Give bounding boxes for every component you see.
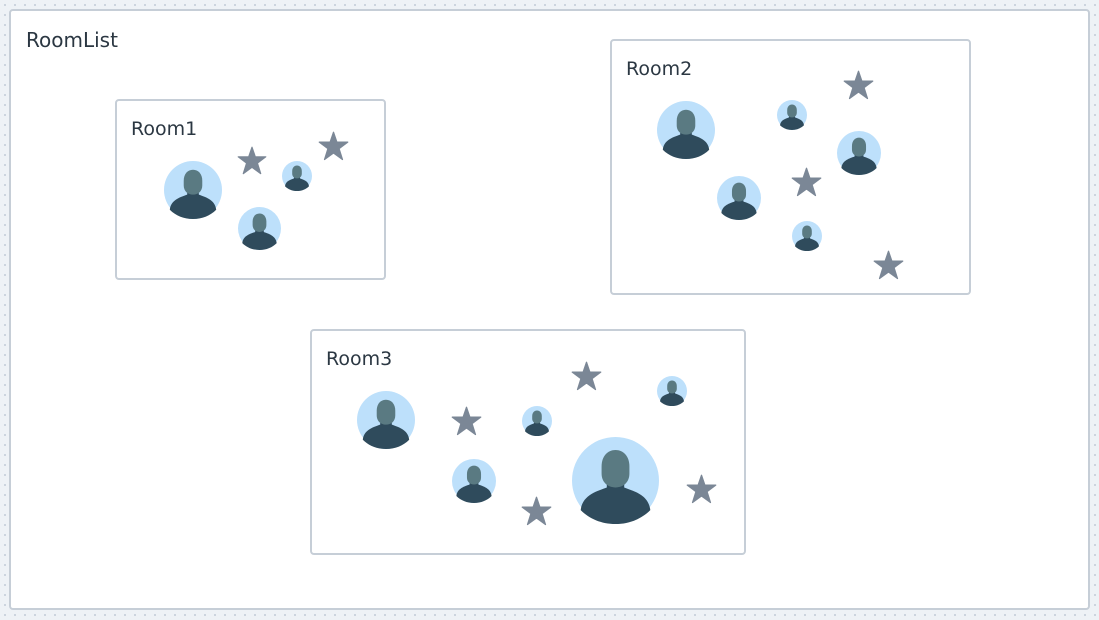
room-3-box: Room3 xyxy=(310,329,746,555)
room-3-label: Room3 xyxy=(326,348,393,370)
person-avatar-icon xyxy=(777,100,807,130)
person-avatar-icon xyxy=(522,406,552,436)
star-icon xyxy=(791,167,822,198)
room-1-box: Room1 xyxy=(115,99,386,280)
star-icon xyxy=(843,70,874,101)
star-icon xyxy=(571,361,602,392)
person-avatar-icon xyxy=(238,207,281,250)
person-avatar-icon xyxy=(657,101,715,159)
person-avatar-icon xyxy=(792,221,822,251)
room-list-label: RoomList xyxy=(26,28,118,52)
star-icon xyxy=(237,146,267,176)
person-avatar-icon xyxy=(164,161,222,219)
person-avatar-icon xyxy=(837,131,881,175)
star-icon xyxy=(318,131,349,162)
star-icon xyxy=(873,250,904,281)
person-avatar-icon xyxy=(357,391,415,449)
star-icon xyxy=(521,496,552,527)
person-avatar-icon xyxy=(657,376,687,406)
star-icon xyxy=(686,474,717,505)
room-1-label: Room1 xyxy=(131,118,198,140)
room-2-label: Room2 xyxy=(626,58,693,80)
person-avatar-icon xyxy=(572,437,659,524)
person-avatar-icon xyxy=(452,459,496,503)
room-list-container: RoomList Room1 Room2 Room3 xyxy=(9,9,1090,610)
person-avatar-icon xyxy=(282,161,312,191)
person-avatar-icon xyxy=(717,176,761,220)
room-2-box: Room2 xyxy=(610,39,971,295)
star-icon xyxy=(451,406,482,437)
